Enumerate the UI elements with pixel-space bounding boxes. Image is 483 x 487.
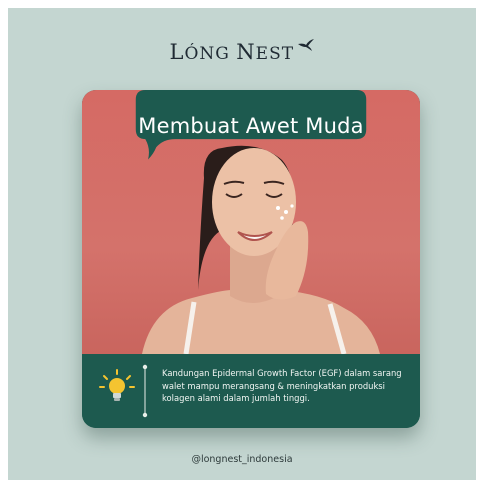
cream-dot xyxy=(280,216,284,220)
social-handle: @longnest_indonesia xyxy=(191,454,293,465)
egf-description: Kandungan Epidermal Growth Factor (EGF) … xyxy=(162,368,402,404)
post-canvas: LÓNG NEST Kandungan Epidermal Growth Fac… xyxy=(8,8,476,480)
card-title: Membuat Awet Muda xyxy=(138,114,364,138)
lightbulb-icon xyxy=(99,369,135,401)
info-bar: Kandungan Epidermal Growth Factor (EGF) … xyxy=(82,354,420,428)
brand-logo: LÓNG NEST xyxy=(8,39,476,64)
cream-dot xyxy=(276,206,280,210)
swiftlet-bird-icon xyxy=(298,39,315,51)
cream-dot xyxy=(284,210,288,214)
vertical-divider xyxy=(142,364,148,418)
cream-dot xyxy=(290,204,294,208)
